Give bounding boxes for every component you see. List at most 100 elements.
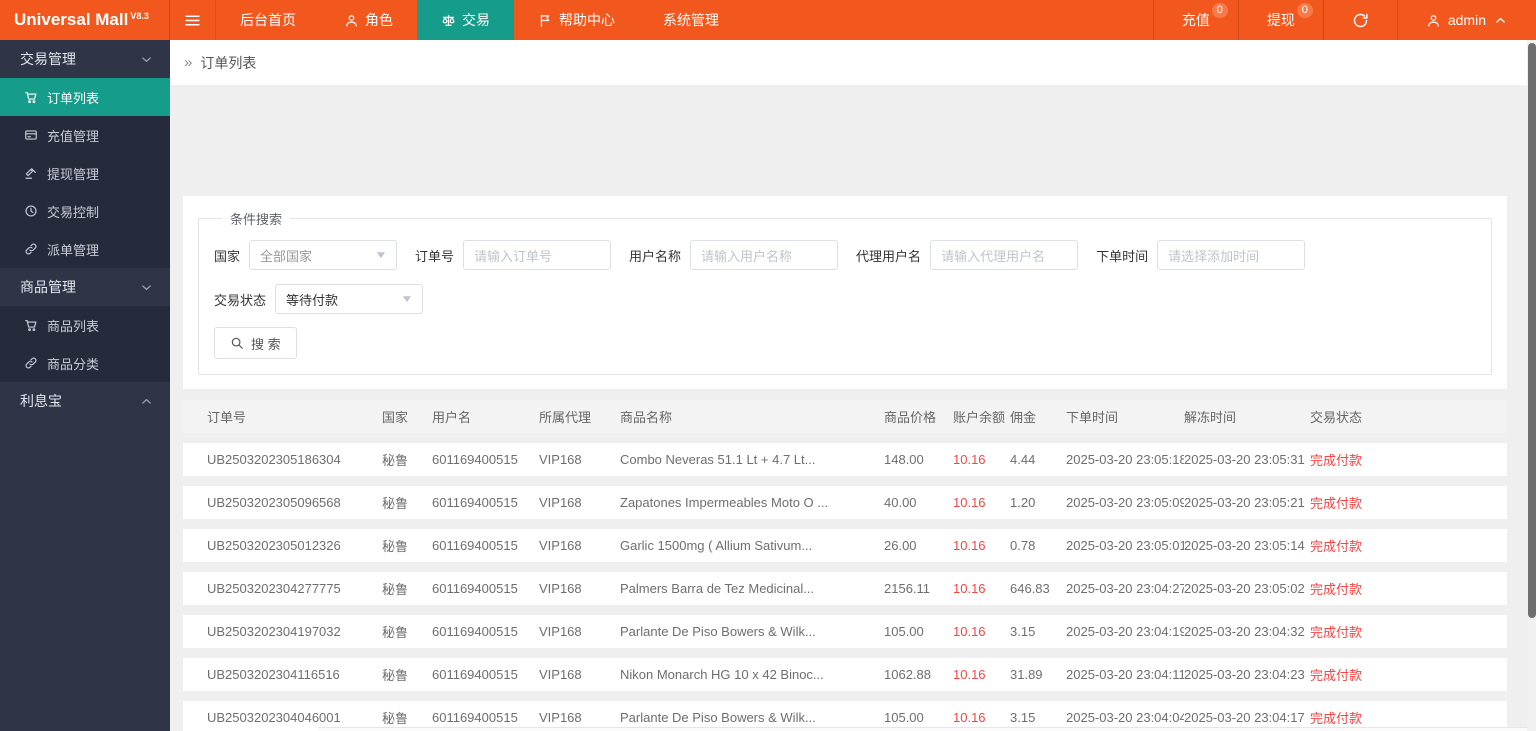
recharge-button[interactable]: 充值 0: [1152, 0, 1238, 40]
cell-6: 10.16: [953, 710, 986, 725]
table-body: UB2503202305186304 秘鲁 601169400515 VIP168 Co…: [183, 443, 1507, 731]
cell-3: VIP168: [539, 495, 582, 510]
sidebar-item-dispatch-manage[interactable]: 派单管理: [0, 230, 170, 268]
cell-5: 2156.11: [884, 581, 931, 596]
withdraw-count-badge: 0: [1296, 3, 1313, 18]
caret-down-icon: ▼: [374, 249, 388, 261]
search-field-agent-username: 代理用户名 请输入代理用户名: [856, 240, 1079, 270]
recharge-label: 充值: [1181, 12, 1210, 28]
cell-1: 秘鲁: [382, 582, 409, 597]
chevron-up-icon: [1493, 13, 1508, 28]
column-header-3: 所属代理: [539, 410, 592, 425]
link-icon: [24, 242, 38, 256]
search-field-username: 用户名称 请输入用户名称: [629, 240, 839, 270]
agent-username-input[interactable]: 请输入代理用户名: [930, 240, 1079, 270]
cell-7: 646.83: [1010, 581, 1050, 596]
vertical-scrollbar[interactable]: [1527, 40, 1536, 731]
horizontal-scrollbar[interactable]: [318, 727, 1536, 731]
cell-2: 601169400515: [432, 624, 518, 639]
sidebar-item-withdraw-manage[interactable]: 提现管理: [0, 154, 170, 192]
cell-6: 10.16: [953, 581, 986, 596]
cell-10: 完成付款: [1310, 625, 1363, 640]
cart-icon: [24, 90, 38, 104]
chevron-down-icon: [139, 52, 154, 67]
topnav-roles-label: 角色: [365, 12, 393, 28]
cell-3: VIP168: [539, 667, 582, 682]
gavel-icon: [24, 166, 38, 180]
cell-2: 601169400515: [432, 452, 518, 467]
topnav-trade[interactable]: 交易: [417, 0, 514, 40]
search-field-trade-status: 交易状态 等待付款 ▼: [214, 284, 424, 314]
sidebar-item-goods-category-label: 商品分类: [47, 356, 100, 372]
order-no-placeholder: 请输入订单号: [474, 248, 553, 264]
sidebar-item-goods-category[interactable]: 商品分类: [0, 344, 170, 382]
topnav-roles[interactable]: 角色: [320, 0, 417, 40]
cell-2: 601169400515: [432, 538, 518, 553]
topnav-home[interactable]: 后台首页: [216, 0, 320, 40]
sidebar-group-trade-manage[interactable]: 交易管理: [0, 40, 170, 78]
sidebar-group-goods-manage[interactable]: 商品管理: [0, 268, 170, 306]
search-icon: [230, 336, 244, 350]
sidebar-group-trade-manage-label: 交易管理: [20, 51, 76, 67]
search-field-country: 国家 全部国家 ▼: [214, 240, 398, 270]
username-input[interactable]: 请输入用户名称: [690, 240, 839, 270]
cell-8: 2025-03-20 23:04:04: [1066, 710, 1184, 725]
topnav-help[interactable]: 帮助中心: [514, 0, 639, 40]
withdraw-label: 提现: [1266, 12, 1295, 28]
trade-status-select[interactable]: 等待付款 ▼: [275, 284, 424, 314]
sidebar-item-order-list-label: 订单列表: [47, 90, 100, 106]
user-menu[interactable]: admin: [1396, 0, 1536, 40]
cell-8: 2025-03-20 23:04:11: [1066, 667, 1184, 682]
cell-2: 601169400515: [432, 581, 518, 596]
order-no-input[interactable]: 请输入订单号: [463, 240, 612, 270]
topbar-actions: 充值 0 提现 0 admin: [1152, 0, 1536, 40]
search-legend: 条件搜索: [230, 212, 283, 227]
cell-5: 148.00: [884, 452, 924, 467]
cell-8: 2025-03-20 23:05:18: [1066, 452, 1184, 467]
column-header-2: 用户名: [432, 410, 472, 425]
cell-9: 2025-03-20 23:04:23: [1184, 667, 1305, 682]
sidebar-item-order-list[interactable]: 订单列表: [0, 78, 170, 116]
sidebar-item-trade-control[interactable]: 交易控制: [0, 192, 170, 230]
cell-9: 2025-03-20 23:04:32: [1184, 624, 1305, 639]
refresh-button[interactable]: [1322, 0, 1397, 40]
cell-4: Parlante De Piso Bowers & Wilk...: [620, 624, 816, 639]
search-field-agent-username-label: 代理用户名: [856, 248, 922, 264]
cell-10: 完成付款: [1310, 539, 1363, 554]
sidebar-item-goods-list[interactable]: 商品列表: [0, 306, 170, 344]
cell-7: 3.15: [1010, 624, 1036, 639]
cell-1: 秘鲁: [382, 539, 409, 554]
hamburger-icon: [184, 12, 201, 29]
cell-1: 秘鲁: [382, 496, 409, 511]
column-header-7: 佣金: [1010, 410, 1037, 425]
withdraw-button[interactable]: 提现 0: [1237, 0, 1323, 40]
order-time-input[interactable]: 请选择添加时间: [1157, 240, 1306, 270]
country-selected-value: 全部国家: [260, 248, 313, 264]
cell-0: UB2503202305186304: [207, 452, 341, 467]
country-select[interactable]: 全部国家 ▼: [249, 240, 398, 270]
cell-4: Zapatones Impermeables Moto O ...: [620, 495, 829, 510]
search-button[interactable]: 搜 索: [214, 327, 297, 359]
search-field-trade-status-label: 交易状态: [214, 292, 267, 308]
sidebar-group-interest-treasure[interactable]: 利息宝: [0, 382, 170, 420]
column-header-8: 下单时间: [1066, 410, 1119, 425]
link-icon: [24, 356, 38, 370]
topnav-system-label: 系统管理: [663, 12, 719, 28]
cell-9: 2025-03-20 23:05:31: [1184, 452, 1305, 467]
trade-status-selected-value: 等待付款: [286, 292, 339, 308]
menu-toggle-button[interactable]: [170, 0, 216, 40]
topnav-system[interactable]: 系统管理: [639, 0, 743, 40]
cell-3: VIP168: [539, 581, 582, 596]
cell-3: VIP168: [539, 624, 582, 639]
cell-4: Parlante De Piso Bowers & Wilk...: [620, 710, 816, 725]
column-header-4: 商品名称: [620, 410, 673, 425]
search-field-username-label: 用户名称: [629, 248, 682, 264]
topbar: Universal Mall V8.3 后台首页 角色 交易 帮助中心 系统管理 充值 0…: [0, 0, 1536, 40]
column-header-1: 国家: [382, 410, 409, 425]
sidebar-item-recharge-manage[interactable]: 充值管理: [0, 116, 170, 154]
column-header-5: 商品价格: [884, 410, 937, 425]
search-field-country-label: 国家: [214, 248, 241, 264]
cell-5: 1062.88: [884, 667, 931, 682]
sidebar-item-recharge-manage-label: 充值管理: [47, 128, 100, 144]
vertical-scrollbar-thumb[interactable]: [1527, 43, 1536, 618]
